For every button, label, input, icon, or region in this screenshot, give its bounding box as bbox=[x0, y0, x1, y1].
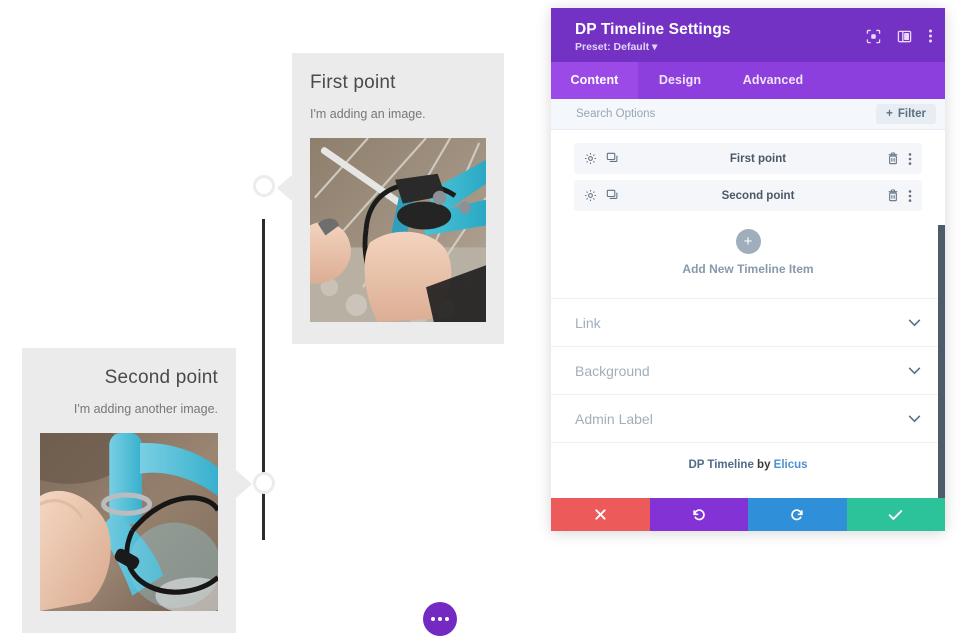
credit-by-text: by bbox=[753, 459, 774, 471]
check-icon bbox=[889, 509, 903, 520]
timeline-card-first[interactable]: First point I'm adding an image. bbox=[292, 53, 504, 344]
cancel-button[interactable] bbox=[551, 498, 650, 531]
add-new-timeline-item-label: Add New Timeline Item bbox=[682, 262, 814, 276]
modal-tabs: Content Design Advanced bbox=[551, 62, 945, 99]
tab-design[interactable]: Design bbox=[638, 62, 722, 99]
timeline-item-row-right-icons bbox=[870, 189, 912, 203]
timeline-dot-second[interactable] bbox=[253, 472, 275, 494]
tab-content[interactable]: Content bbox=[551, 62, 638, 99]
timeline-item-row-right-icons bbox=[870, 152, 912, 166]
fab-dot-icon bbox=[445, 617, 449, 621]
timeline-item-name: First point bbox=[729, 152, 787, 165]
chevron-down-icon bbox=[908, 366, 921, 375]
floating-more-options-button[interactable] bbox=[423, 602, 457, 636]
screen: First point I'm adding an image. Second … bbox=[0, 0, 960, 644]
timeline-card-title: Second point bbox=[104, 367, 218, 388]
redo-icon bbox=[790, 509, 803, 521]
timeline-card-image-second bbox=[40, 432, 218, 611]
timeline-card-description: I'm adding another image. bbox=[73, 401, 218, 416]
accordion-link[interactable]: Link bbox=[551, 298, 945, 346]
accordion-label: Background bbox=[575, 362, 650, 379]
redo-button[interactable] bbox=[748, 498, 847, 531]
plugin-name: DP Timeline bbox=[688, 459, 754, 471]
plugin-credit: DP Timeline by Elicus bbox=[551, 442, 945, 488]
duplicate-icon[interactable] bbox=[606, 189, 619, 202]
accordion-label: Link bbox=[575, 314, 601, 331]
close-icon bbox=[595, 509, 606, 520]
chevron-down-icon bbox=[908, 414, 921, 423]
accordion-label: Admin Label bbox=[575, 410, 653, 427]
modal-preset-label: Preset: Default bbox=[575, 41, 650, 53]
tab-advanced[interactable]: Advanced bbox=[722, 62, 824, 99]
timeline-dot-first[interactable] bbox=[253, 175, 275, 197]
vertical-dots-icon[interactable] bbox=[908, 189, 912, 203]
gear-icon[interactable] bbox=[584, 152, 597, 165]
gear-icon[interactable] bbox=[584, 189, 597, 202]
timeline-item-row[interactable]: First point bbox=[574, 143, 922, 174]
settings-modal: DP Timeline Settings Preset: Default ▾ C… bbox=[551, 8, 945, 531]
accordion-background[interactable]: Background bbox=[551, 346, 945, 394]
timeline-item-name: Second point bbox=[721, 189, 795, 202]
layout-panel-icon[interactable] bbox=[897, 29, 912, 44]
timeline-item-row-left-icons bbox=[584, 189, 646, 202]
focus-icon[interactable] bbox=[866, 29, 881, 44]
fab-dot-icon bbox=[431, 617, 435, 621]
modal-footer-actions bbox=[551, 498, 945, 531]
vertical-dots-icon[interactable] bbox=[908, 152, 912, 166]
caret-down-icon: ▾ bbox=[652, 41, 658, 53]
timeline-card-notch-first bbox=[277, 174, 293, 202]
timeline-item-row[interactable]: Second point bbox=[574, 180, 922, 211]
plus-icon: + bbox=[886, 108, 893, 120]
modal-scrollbar-thumb[interactable] bbox=[938, 225, 945, 498]
modal-header: DP Timeline Settings Preset: Default ▾ bbox=[551, 8, 945, 62]
timeline-card-description: I'm adding an image. bbox=[310, 106, 426, 121]
timeline-preview: First point I'm adding an image. Second … bbox=[0, 0, 520, 644]
filter-button-label: Filter bbox=[897, 108, 926, 120]
undo-button[interactable] bbox=[649, 498, 748, 531]
modal-header-icons bbox=[866, 28, 933, 44]
undo-icon bbox=[693, 509, 706, 521]
timeline-card-second[interactable]: Second point I'm adding another image. bbox=[22, 348, 236, 633]
plugin-author-link[interactable]: Elicus bbox=[774, 459, 808, 471]
timeline-items-list: First point Second point + Add New Timel… bbox=[551, 130, 945, 298]
add-new-timeline-item-button[interactable]: + Add New Timeline Item bbox=[574, 217, 922, 298]
timeline-card-image-first bbox=[310, 137, 486, 322]
filter-button[interactable]: + Filter bbox=[876, 104, 936, 124]
timeline-card-notch-second bbox=[236, 470, 252, 498]
timeline-item-row-left-icons bbox=[584, 152, 646, 165]
duplicate-icon[interactable] bbox=[606, 152, 619, 165]
trash-icon[interactable] bbox=[887, 189, 899, 202]
search-options-bar: + Filter bbox=[551, 99, 945, 130]
accordion-admin-label[interactable]: Admin Label bbox=[551, 394, 945, 442]
modal-body: First point Second point + Add New Timel… bbox=[551, 130, 945, 498]
plus-icon: + bbox=[735, 229, 761, 254]
save-button[interactable] bbox=[846, 498, 945, 531]
modal-scrollbar[interactable] bbox=[938, 225, 945, 498]
timeline-card-title: First point bbox=[310, 72, 396, 93]
trash-icon[interactable] bbox=[887, 152, 899, 165]
search-input[interactable] bbox=[576, 108, 806, 120]
vertical-dots-icon[interactable] bbox=[928, 28, 933, 44]
fab-dot-icon bbox=[438, 617, 442, 621]
chevron-down-icon bbox=[908, 318, 921, 327]
